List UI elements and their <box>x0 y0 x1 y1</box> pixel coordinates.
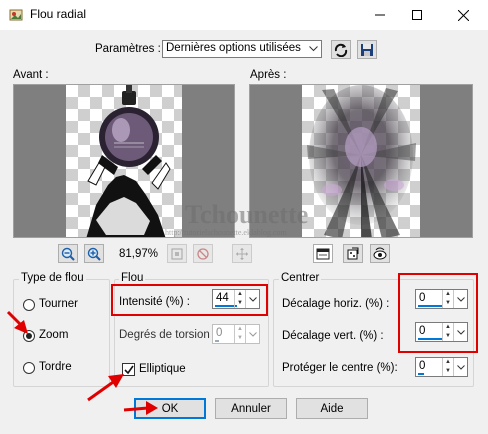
floppy-disk-icon <box>361 43 373 56</box>
v-offset-label: Décalage vert. (%) : <box>282 330 384 342</box>
zoom-in-icon <box>87 247 101 261</box>
before-label: Avant : <box>13 69 49 81</box>
actual-size-icon <box>171 248 183 259</box>
chevron-down-icon[interactable] <box>453 358 467 376</box>
reset-preset-button[interactable] <box>331 40 351 59</box>
reset-view-button[interactable] <box>370 244 390 263</box>
protect-center-progress-bar <box>418 373 424 375</box>
chevron-down-icon[interactable] <box>245 325 259 343</box>
torsion-progress-bar <box>215 340 219 342</box>
center-title: Centrer <box>279 272 322 284</box>
close-button[interactable] <box>443 0 483 30</box>
minimize-icon <box>375 14 385 16</box>
save-preset-button[interactable] <box>357 40 377 59</box>
flou-title: Flou <box>119 272 146 284</box>
randomize-button[interactable] <box>343 244 363 263</box>
zoom-level: 81,97% <box>119 248 159 260</box>
zoom-out-button[interactable] <box>58 244 78 263</box>
help-button[interactable]: Aide <box>296 398 368 419</box>
zoom-out-icon <box>61 247 75 261</box>
chevron-down-icon <box>306 41 321 57</box>
torsion-spinner[interactable]: 0 ▲ ▼ <box>212 324 260 344</box>
preset-label: Paramètres : <box>95 43 161 55</box>
preview-window-icon <box>316 248 330 259</box>
preset-value: Dernières options utilisées <box>166 42 301 54</box>
minimize-button[interactable] <box>360 0 400 30</box>
protect-center-spinner[interactable]: 0 ▲ ▼ <box>415 357 468 377</box>
h-offset-label: Décalage horiz. (%) : <box>282 298 390 310</box>
dice-icon <box>347 247 359 259</box>
zoom-in-button[interactable] <box>84 244 104 263</box>
intensity-highlight-box <box>111 284 268 316</box>
protect-center-stepper[interactable]: ▲ ▼ <box>442 358 453 376</box>
no-zoom-icon <box>197 247 209 260</box>
zoom-100-button[interactable] <box>167 244 187 263</box>
watermark-title: Tchounette <box>185 200 309 229</box>
torsion-label: Degrés de torsion : <box>119 329 217 341</box>
perfume-figure-image <box>86 85 171 237</box>
arrow-ok-icon <box>146 401 158 415</box>
cancel-button[interactable]: Annuler <box>215 398 287 419</box>
protect-center-value: 0 <box>419 360 426 372</box>
eye-refresh-icon <box>373 247 387 259</box>
protect-center-label: Protéger le centre (%): <box>282 362 398 374</box>
pan-button[interactable] <box>232 244 252 263</box>
blur-type-title: Type de flou <box>19 272 86 284</box>
move-icon <box>236 247 248 260</box>
maximize-button[interactable] <box>397 0 437 30</box>
window-title: Flou radial <box>30 7 87 21</box>
preset-combo[interactable]: Dernières options utilisées <box>162 40 322 58</box>
close-icon <box>457 9 469 21</box>
refresh-arrow-icon <box>334 43 348 57</box>
offset-highlight-box <box>398 273 478 353</box>
zoom-fit-button[interactable] <box>193 244 213 263</box>
torsion-stepper[interactable]: ▲ ▼ <box>234 325 245 343</box>
torsion-value: 0 <box>216 327 223 339</box>
ok-annotation-arrow <box>123 401 158 415</box>
maximize-icon <box>412 10 422 20</box>
app-icon <box>9 8 23 22</box>
annotation-arrows <box>6 310 124 402</box>
blurred-figure-image <box>307 85 416 237</box>
after-label: Après : <box>250 69 287 81</box>
preview-on-image-button[interactable] <box>313 244 333 263</box>
arrow-elliptic-icon <box>108 374 124 388</box>
watermark-url: http://tutorielschounette.eklablog.com <box>165 228 287 237</box>
elliptic-label[interactable]: Elliptique <box>139 363 186 375</box>
